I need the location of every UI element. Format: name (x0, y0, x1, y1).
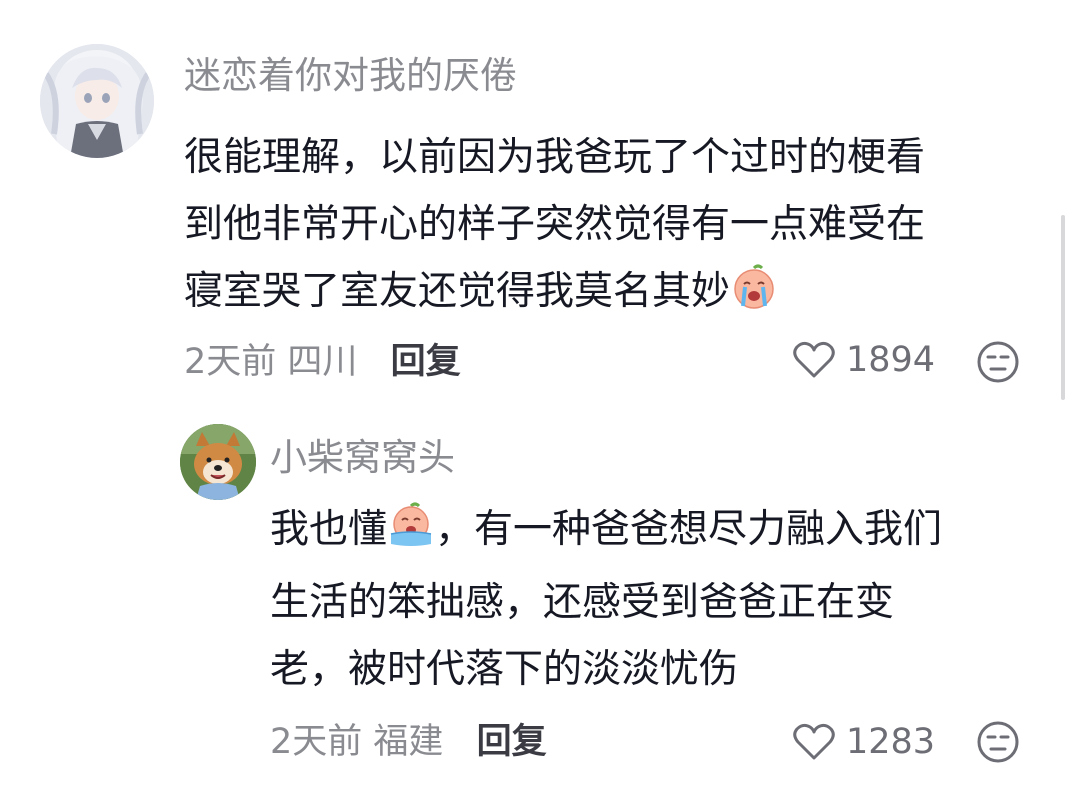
comment-location: 福建 (373, 722, 444, 762)
reply-button[interactable]: 回复 (391, 342, 461, 382)
comment-line-text: 我也懂 (270, 507, 388, 552)
comment-time: 2天前 (270, 722, 363, 762)
username[interactable]: 迷恋着你对我的厌倦 (184, 54, 517, 98)
comment-line-text: ，有一种爸爸想尽力融入我们 (435, 507, 943, 552)
crying-face-emoji (730, 262, 778, 331)
comment-line: 到他非常开心的样子突然觉得有一点难受在 (184, 202, 926, 247)
shiba-dog-avatar-image (180, 424, 256, 500)
comment-meta: 2天前 福建 回复 (270, 720, 547, 764)
comment-line: 寝室哭了室友还觉得我莫名其妙 (184, 258, 925, 331)
neutral-face-icon (977, 721, 1019, 763)
username[interactable]: 小柴窝窝头 (270, 436, 455, 480)
comment-text: 我也懂 ，有一种爸爸想尽力融入我们 生活的笨拙感，还感受到爸爸正在变 老，被时代落… (270, 496, 942, 703)
comment-line-text: 寝室哭了室友还觉得我莫名其妙 (184, 269, 731, 314)
comment-line: 很能理解，以前因为我爸玩了个过时的梗看 (184, 135, 926, 180)
like-count: 1283 (846, 722, 936, 762)
reply-button[interactable]: 回复 (477, 722, 547, 762)
crying-face-emoji (387, 500, 435, 569)
comment-text: 很能理解，以前因为我爸玩了个过时的梗看 到他非常开心的样子突然觉得有一点难受在 … (184, 124, 925, 331)
avatar[interactable] (180, 424, 256, 500)
anime-girl-avatar-image (40, 44, 154, 158)
scrollbar[interactable] (1061, 215, 1065, 400)
like-button[interactable]: 1283 (792, 720, 935, 764)
like-button[interactable]: 1894 (792, 338, 935, 382)
comment-line: 生活的笨拙感，还感受到爸爸正在变 (270, 580, 895, 625)
dislike-button[interactable] (976, 340, 1020, 388)
heart-outline-icon (792, 340, 836, 380)
like-count: 1894 (846, 340, 936, 380)
dislike-button[interactable] (976, 720, 1020, 768)
avatar[interactable] (40, 44, 154, 158)
comment-time: 2天前 (184, 342, 277, 382)
heart-outline-icon (792, 722, 836, 762)
comment-line: 老，被时代落下的淡淡忧伤 (270, 647, 739, 692)
comment-meta: 2天前 四川 回复 (184, 340, 461, 384)
comment-line: 我也懂 ，有一种爸爸想尽力融入我们 (270, 496, 942, 569)
neutral-face-icon (977, 341, 1019, 383)
comment-location: 四川 (287, 342, 358, 382)
